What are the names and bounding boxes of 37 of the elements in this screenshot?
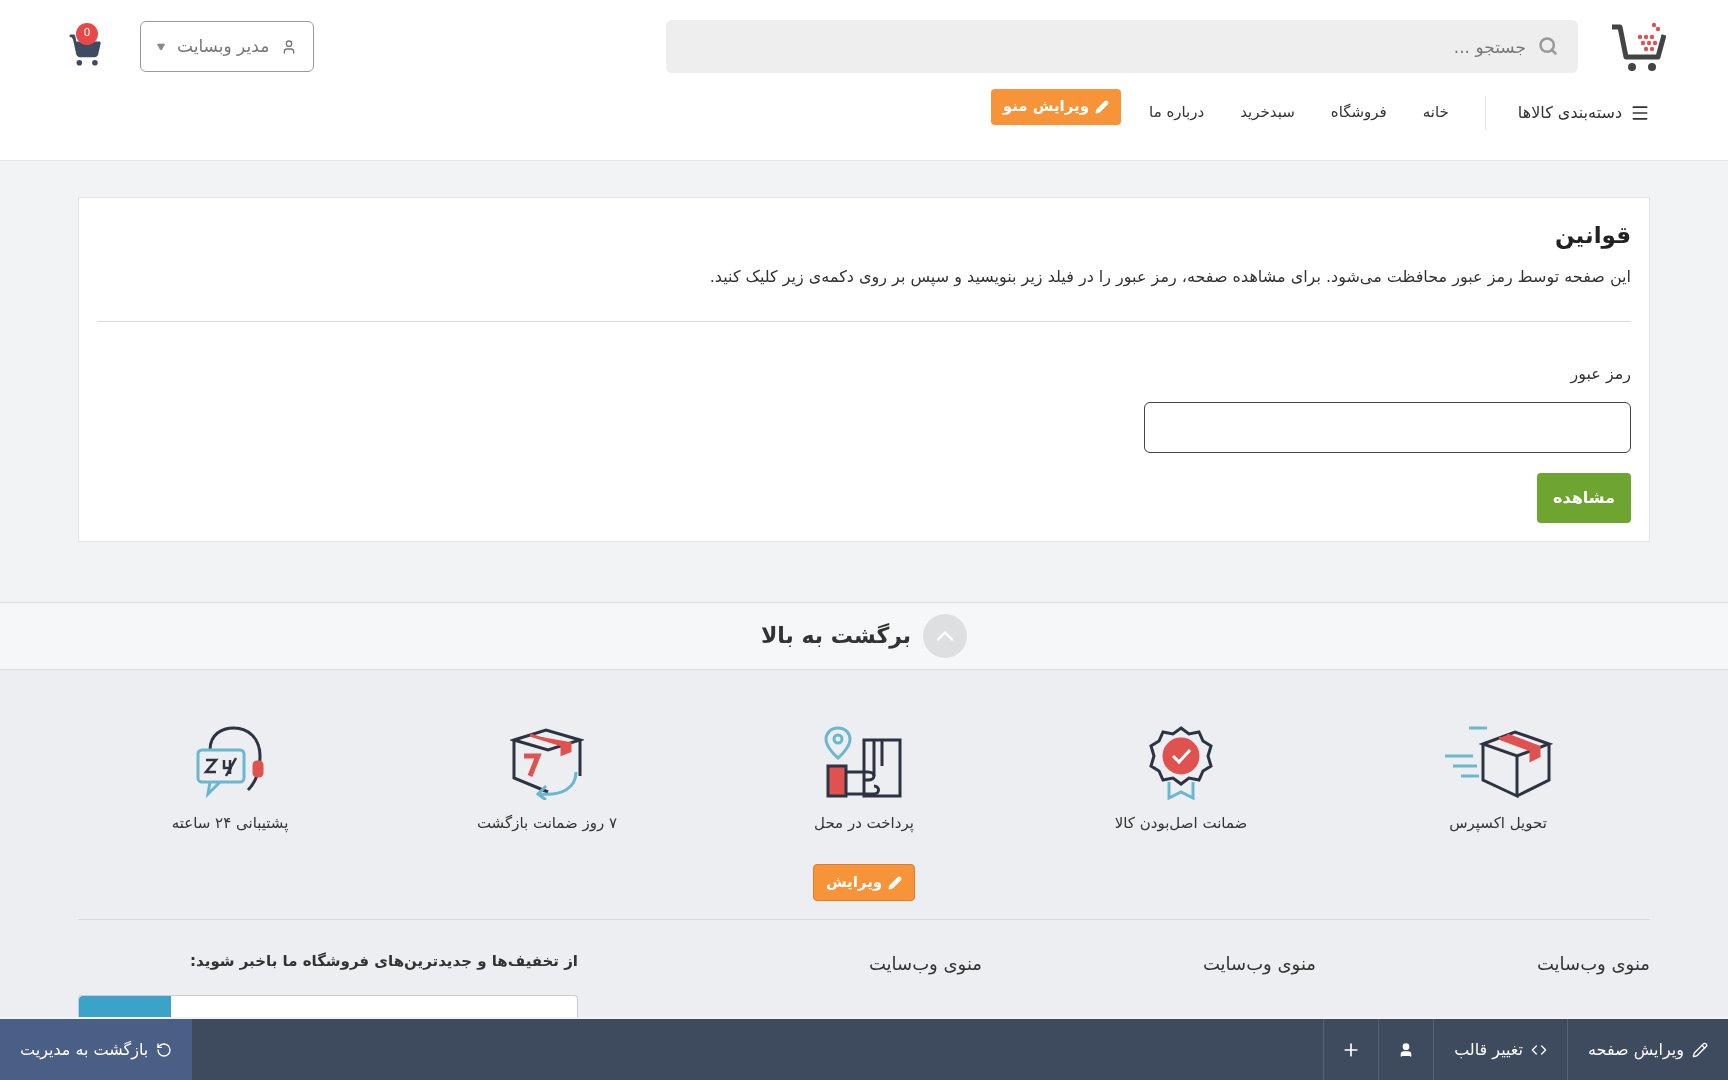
feature-label: ۷ روز ضمانت بازگشت — [476, 812, 618, 834]
nav-link[interactable]: سبدخرید — [1240, 101, 1295, 124]
feature-label: پشتیبانی ۲۴ ساعته — [171, 812, 289, 834]
nav-link[interactable]: درباره ما — [1149, 101, 1205, 124]
nav-link[interactable]: خانه — [1422, 101, 1449, 124]
footer-column-title: منوی وب‌سایت — [1202, 953, 1316, 974]
page-description: این صفحه توسط رمز عبور محافظت می‌شود. برای مشاهده صفحه، رمز عبور را در فیلد زیر بنویسید و سپس بر روی دکمه‌ی زیر کلیک کنید. — [97, 264, 1631, 322]
undo-icon — [156, 1041, 173, 1058]
user-menu-button[interactable]: مدیر وبسایت — [140, 21, 315, 72]
feature-label: ضمانت اصل‌بودن کالا — [1114, 812, 1248, 834]
change-template-button[interactable]: تغییر قالب — [1433, 1019, 1567, 1080]
badge-icon — [1149, 725, 1213, 800]
search-icon — [1538, 36, 1558, 56]
pencil-icon — [1692, 1041, 1708, 1058]
newsletter-field[interactable] — [78, 994, 578, 1017]
edit-page-button[interactable]: ویرایش صفحه — [1567, 1019, 1728, 1080]
pencil-icon — [1095, 99, 1110, 114]
feature-label: پرداخت در محل — [814, 812, 914, 834]
nav-link[interactable]: فروشگاه — [1330, 101, 1387, 124]
pencil-icon — [888, 875, 903, 890]
page-title: قوانین — [1553, 221, 1631, 251]
caret-icon — [157, 42, 165, 51]
footer-column-title: منوی وب‌سایت — [1536, 953, 1650, 974]
headset-icon — [196, 725, 264, 800]
password-label: رمز عبور — [1568, 362, 1631, 386]
cart-count-badge: 0 — [76, 22, 98, 45]
password-field[interactable] — [1144, 401, 1631, 453]
back-to-top-label: برگشت به بالا — [760, 622, 912, 651]
feature-label: تحویل اکسپرس — [1449, 812, 1547, 834]
search-field[interactable]: جستجو ... — [666, 20, 1578, 73]
footer-column-title: منوی وب‌سایت — [868, 953, 982, 974]
cart-logo-icon[interactable] — [1610, 20, 1666, 73]
card-hand-icon — [824, 725, 904, 800]
categories-menu[interactable]: دسته‌بندی کالاها — [1484, 95, 1650, 130]
box-icon — [1443, 725, 1553, 800]
newsletter-text: از تخفیف‌ها و جدیدترین‌های فروشگاه ما باخبر شوید: — [190, 951, 578, 972]
back-to-admin-button[interactable]: بازگشت به مدیریت — [0, 1019, 193, 1080]
